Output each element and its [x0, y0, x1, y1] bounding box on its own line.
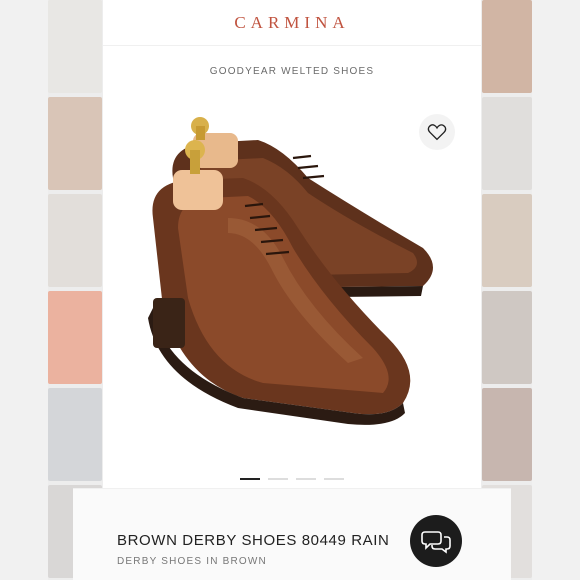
heart-icon — [427, 124, 447, 141]
carousel-dot-1[interactable] — [240, 478, 260, 480]
category-label: GOODYEAR WELTED SHOES — [209, 66, 375, 77]
background-thumbnail — [482, 97, 532, 190]
product-description: DERBY SHOES IN BROWN — [117, 556, 267, 567]
background-thumbnail — [48, 0, 102, 93]
background-thumbnail — [48, 388, 102, 481]
wishlist-button[interactable] — [419, 114, 455, 150]
background-thumbnail — [482, 194, 532, 287]
site-header: CARMINA — [103, 0, 481, 46]
product-name: BROWN DERBY SHOES 80449 RAIN — [117, 532, 390, 549]
chat-bubbles-icon — [421, 531, 451, 554]
background-thumbnail — [48, 97, 102, 190]
background-thumbnail — [482, 0, 532, 93]
background-thumbnail — [48, 194, 102, 287]
product-gallery[interactable] — [103, 98, 481, 458]
carousel-dot-2[interactable] — [268, 478, 288, 480]
background-thumbnail — [482, 388, 532, 481]
brand-logo[interactable]: CARMINA — [234, 13, 349, 33]
background-edge — [0, 0, 48, 580]
product-image — [148, 117, 433, 425]
background-thumbnail — [48, 291, 102, 384]
background-thumbnail — [482, 291, 532, 384]
product-info: BROWN DERBY SHOES 80449 RAIN DERBY SHOES… — [73, 488, 511, 580]
chat-button[interactable] — [410, 515, 462, 567]
carousel-dot-3[interactable] — [296, 478, 316, 480]
carousel-indicators — [103, 478, 481, 480]
carousel-dot-4[interactable] — [324, 478, 344, 480]
product-card: CARMINA GOODYEAR WELTED SHOES BROWN DERB… — [73, 0, 511, 580]
background-edge — [532, 0, 580, 580]
